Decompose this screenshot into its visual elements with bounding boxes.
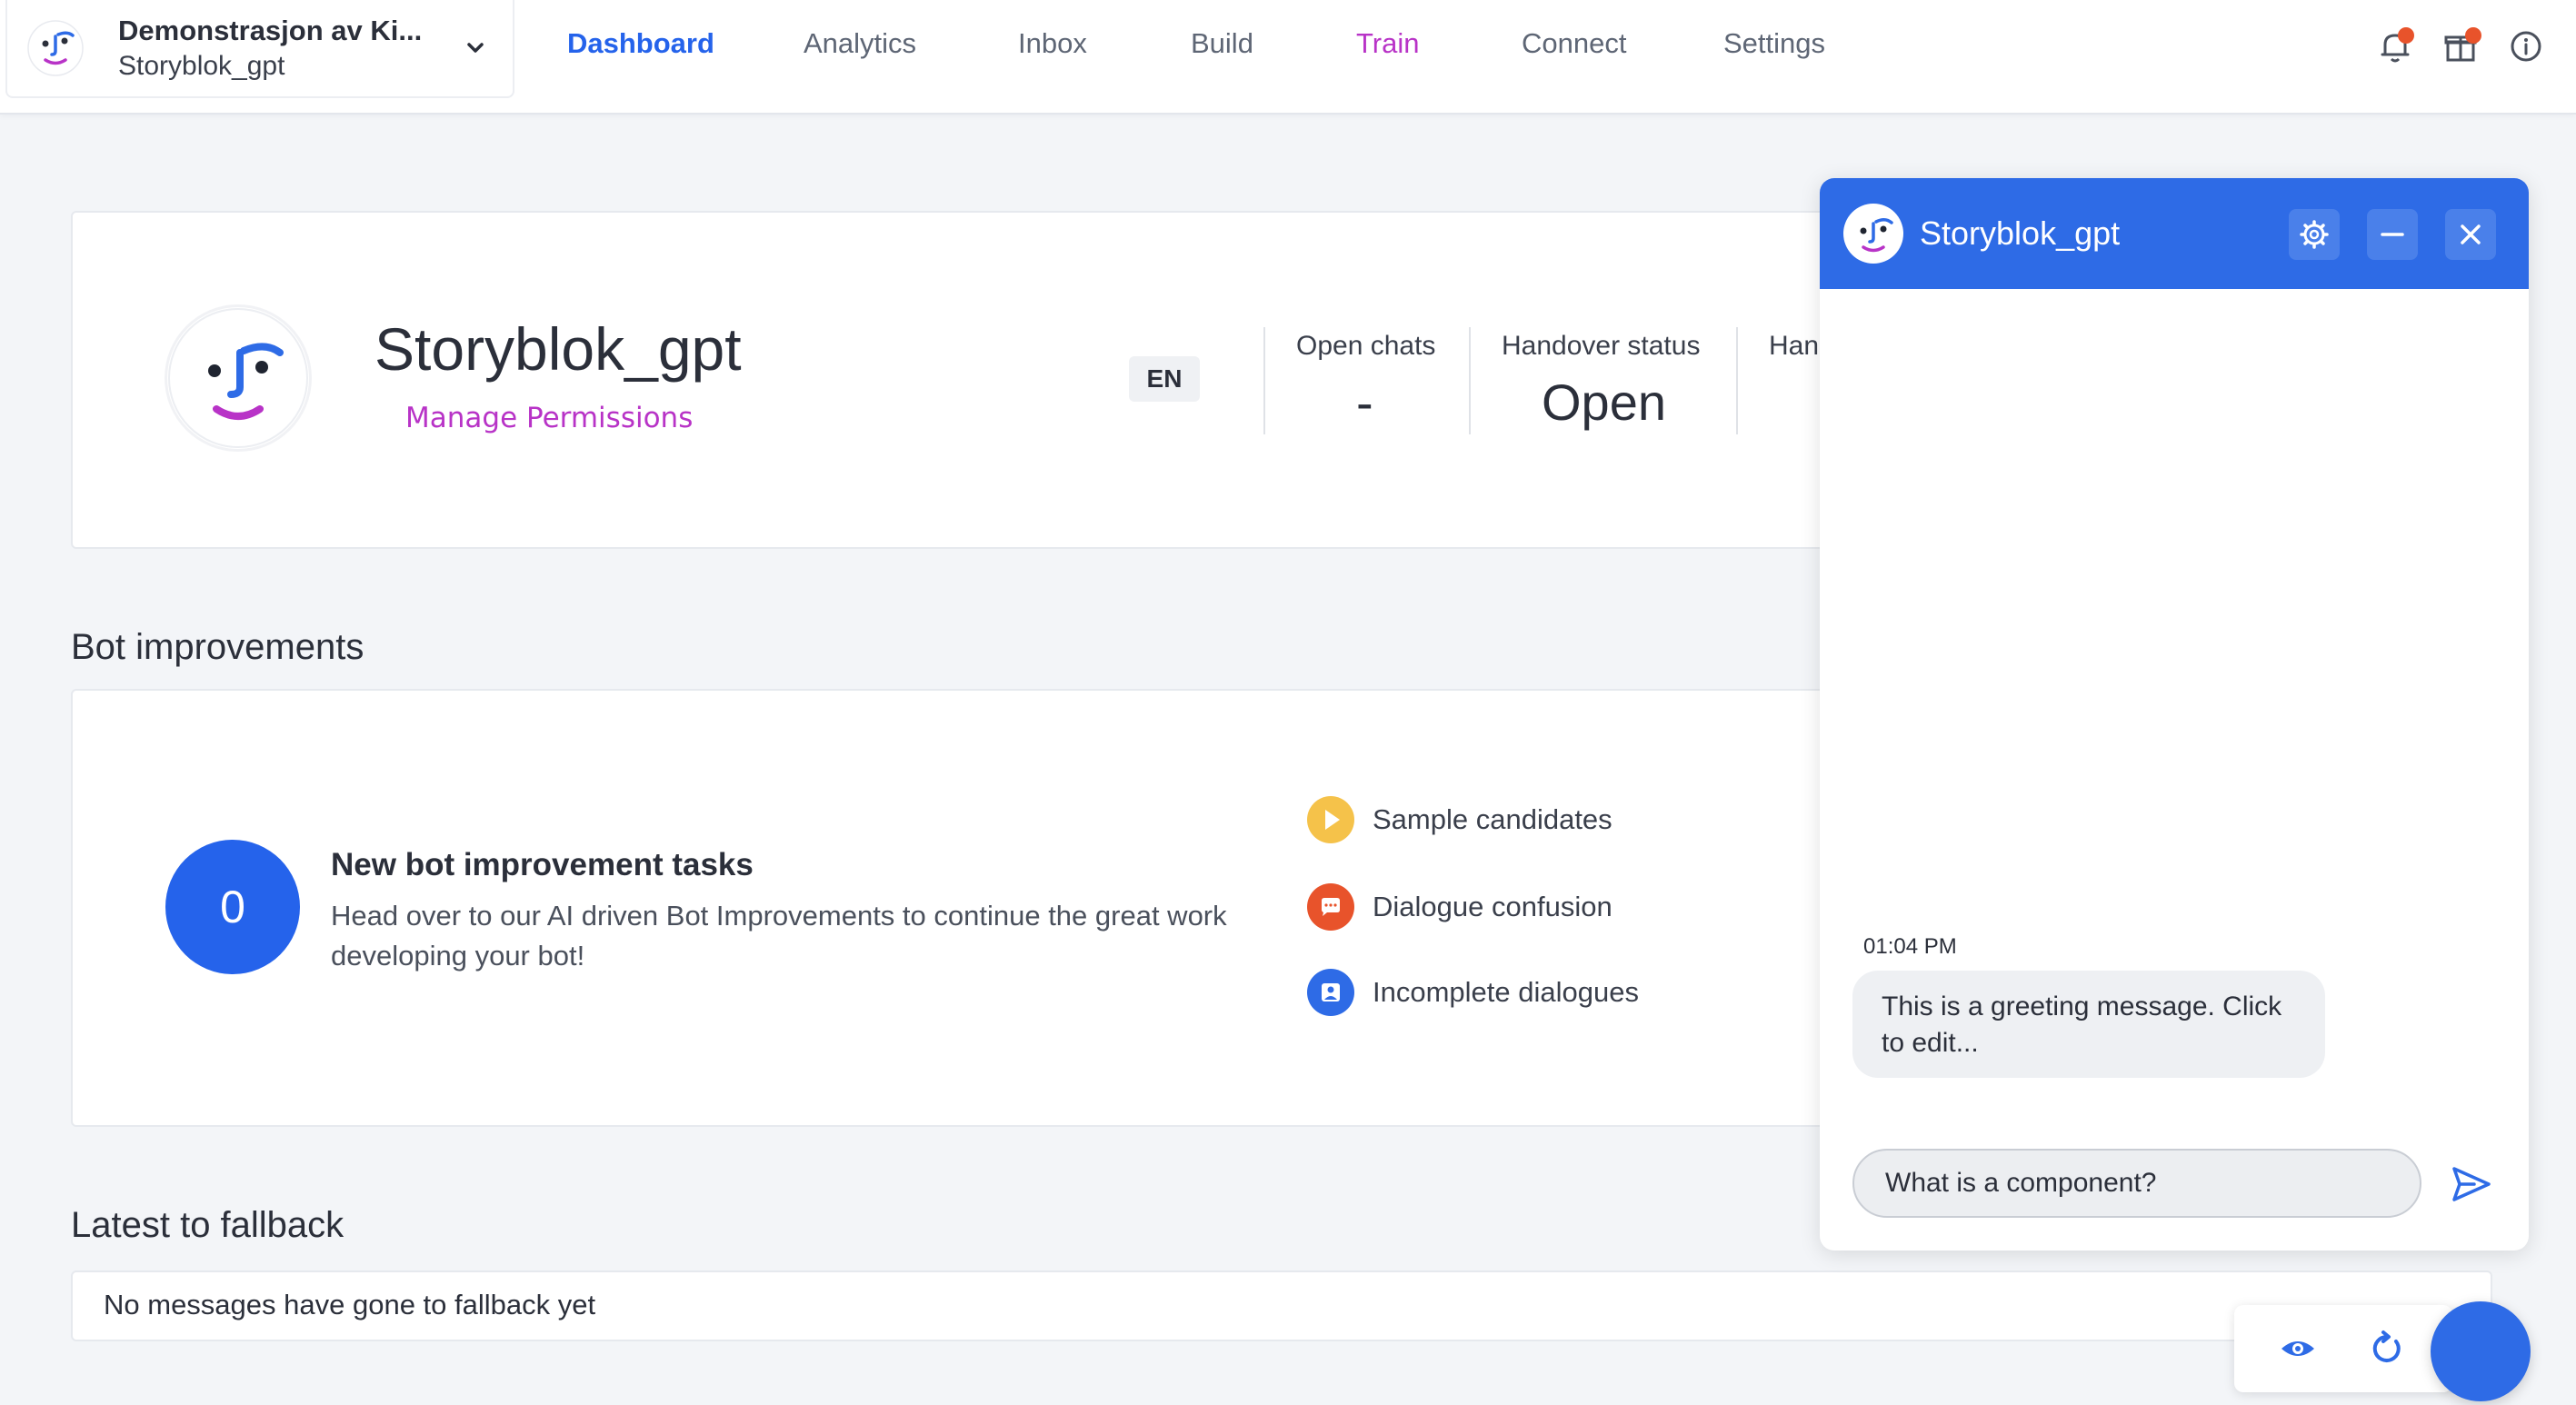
bot-title: Storyblok_gpt bbox=[374, 315, 742, 383]
chat-header: Storyblok_gpt bbox=[1820, 178, 2529, 289]
manage-permissions-link[interactable]: Manage Permissions bbox=[405, 402, 693, 434]
open-chats-value: - bbox=[1356, 374, 1373, 431]
handover-status-value: Open bbox=[1542, 374, 1666, 431]
handover-truncated-label: Han bbox=[1769, 331, 1820, 361]
chat-tool-bar bbox=[2234, 1305, 2452, 1392]
nav-connect[interactable]: Connect bbox=[1522, 27, 1626, 60]
chat-title: Storyblok_gpt bbox=[1920, 214, 2121, 252]
category-label: Incomplete dialogues bbox=[1373, 976, 1639, 1008]
task-count-badge: 0 bbox=[165, 840, 300, 974]
info-icon[interactable] bbox=[2505, 25, 2547, 67]
greeting-message-bubble[interactable]: This is a greeting message. Click to edi… bbox=[1852, 971, 2325, 1078]
gift-icon[interactable] bbox=[2440, 25, 2481, 67]
fallback-empty-text: No messages have gone to fallback yet bbox=[104, 1289, 596, 1320]
gear-icon[interactable] bbox=[2289, 209, 2340, 260]
chat-launcher-button[interactable] bbox=[2431, 1301, 2531, 1401]
divider bbox=[1263, 327, 1265, 434]
org-switcher[interactable]: Demonstrasjon av Ki... Storyblok_gpt bbox=[5, 0, 514, 98]
org-logo-icon bbox=[27, 20, 84, 76]
bot-improvements-title: Bot improvements bbox=[71, 627, 364, 667]
handover-status-label: Handover status bbox=[1502, 331, 1701, 361]
send-icon[interactable] bbox=[2447, 1160, 2496, 1209]
play-icon bbox=[1307, 796, 1354, 843]
chat-widget: Storyblok_gpt 01:04 PM This is a greetin… bbox=[1820, 178, 2529, 1251]
org-name: Demonstrasjon av Ki... bbox=[118, 15, 423, 46]
greeting-message-text: This is a greeting message. Click to edi… bbox=[1882, 991, 2282, 1058]
refresh-icon[interactable] bbox=[2365, 1327, 2409, 1370]
latest-fallback-title: Latest to fallback bbox=[71, 1205, 344, 1245]
top-navigation-bar: Demonstrasjon av Ki... Storyblok_gpt Das… bbox=[0, 0, 2576, 115]
org-bot-name: Storyblok_gpt bbox=[118, 51, 285, 81]
divider bbox=[1736, 327, 1738, 434]
chevron-down-icon[interactable] bbox=[460, 33, 491, 64]
bell-icon[interactable] bbox=[2374, 25, 2416, 67]
bot-profile-card: Storyblok_gpt Manage Permissions EN Open… bbox=[71, 211, 1965, 549]
category-label: Dialogue confusion bbox=[1373, 891, 1612, 922]
nav-build[interactable]: Build bbox=[1191, 27, 1253, 60]
chat-message-input[interactable] bbox=[1852, 1149, 2421, 1218]
language-badge: EN bbox=[1129, 356, 1200, 402]
person-icon bbox=[1307, 969, 1354, 1016]
category-label: Sample candidates bbox=[1373, 803, 1612, 835]
nav-dashboard[interactable]: Dashboard bbox=[567, 27, 714, 60]
nav-train[interactable]: Train bbox=[1356, 27, 1419, 60]
chat-icon bbox=[1307, 883, 1354, 931]
task-heading: New bot improvement tasks bbox=[331, 847, 754, 882]
chat-bot-avatar bbox=[1843, 204, 1903, 264]
nav-analytics[interactable]: Analytics bbox=[804, 27, 916, 60]
notification-dot bbox=[2398, 27, 2414, 44]
bot-improvements-card: 0 New bot improvement tasks Head over to… bbox=[71, 689, 1965, 1127]
open-chats-label: Open chats bbox=[1296, 331, 1436, 361]
divider bbox=[1469, 327, 1471, 434]
task-description: Head over to our AI driven Bot Improveme… bbox=[331, 900, 1227, 972]
message-timestamp: 01:04 PM bbox=[1863, 934, 1957, 959]
close-icon[interactable] bbox=[2445, 209, 2496, 260]
fallback-card: No messages have gone to fallback yet bbox=[71, 1270, 2492, 1341]
notification-dot bbox=[2465, 27, 2481, 44]
nav-settings[interactable]: Settings bbox=[1723, 27, 1825, 60]
bot-avatar bbox=[167, 307, 309, 449]
eye-icon[interactable] bbox=[2276, 1327, 2320, 1370]
nav-inbox[interactable]: Inbox bbox=[1018, 27, 1087, 60]
minimize-icon[interactable] bbox=[2367, 209, 2418, 260]
